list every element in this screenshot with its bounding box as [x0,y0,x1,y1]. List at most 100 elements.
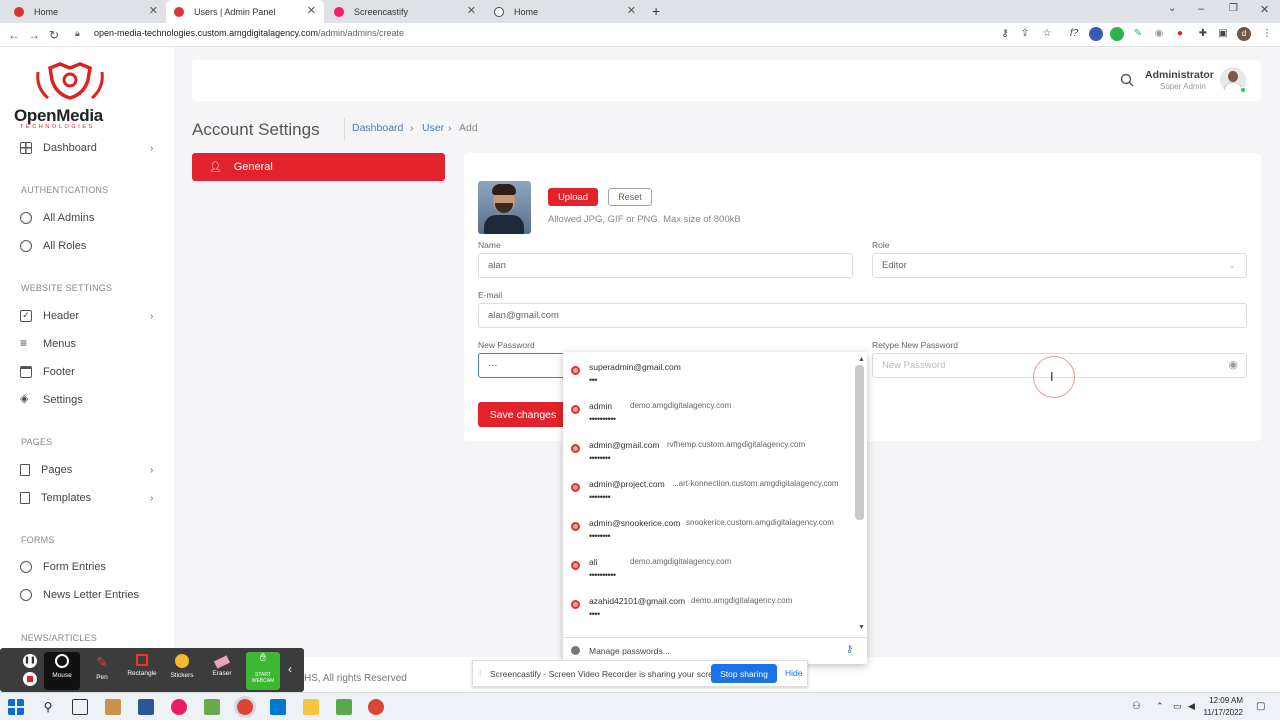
hide-button[interactable]: Hide [785,668,802,678]
autofill-item[interactable]: admin@snookerice.com snookerice.custom.a… [563,510,853,549]
extension-icon[interactable]: ◉ [1152,27,1166,41]
upload-button[interactable]: Upload [548,188,598,206]
key-icon: ⚷ [846,644,854,655]
browser-tab[interactable]: Home ✕ [486,0,644,23]
dropdown-scrollbar[interactable] [855,365,864,520]
browser-tab-active[interactable]: Users | Admin Panel ✕ [166,0,324,23]
menu-icon: ≡ [20,336,28,350]
role-select[interactable]: Editor ⌄ [872,253,1247,278]
key-icon[interactable]: ⚷ [998,27,1012,41]
collapse-icon[interactable]: ‹ [288,662,292,676]
extension-icon[interactable]: f? [1067,27,1081,41]
scroll-up-icon[interactable]: ▲ [858,356,865,363]
chrome-icon[interactable] [368,699,384,715]
reload-icon[interactable]: ↻ [44,28,64,42]
close-icon[interactable]: ✕ [149,4,158,17]
eye-icon[interactable]: ◉ [1228,358,1238,371]
tab-general[interactable]: 👤︎ General [192,153,445,181]
reset-button[interactable]: Reset [608,188,652,206]
forward-icon[interactable]: → [24,28,44,42]
start-webcam-button[interactable]: ✋︎ START WEBCAM [246,652,280,690]
autofill-item[interactable]: admin@project.com ...art-konnection.cust… [563,471,853,510]
clock-time[interactable]: 12:09 AM [1207,696,1243,705]
save-changes-button[interactable]: Save changes [478,402,568,427]
brand-logo[interactable]: OpenMedia TECHNOLOGIES [14,62,124,132]
sidepanel-icon[interactable]: ▣ [1216,27,1230,41]
tool-stickers[interactable]: Stickers [164,652,200,690]
app-icon[interactable] [336,699,352,715]
sidebar-item-menus[interactable]: ≡ Menus [20,336,76,350]
tool-pen[interactable]: ✎ Pen [84,652,120,690]
browser-tab[interactable]: Screencastify ✕ [326,0,484,23]
puzzle-icon[interactable]: ✚ [1196,27,1210,41]
minimize-button[interactable]: – [1198,3,1204,15]
search-icon[interactable] [1120,73,1134,87]
share-icon[interactable]: ⇪ [1018,27,1032,41]
app-icon[interactable] [105,699,121,715]
autofill-item[interactable]: admin@gmail.com rvfhemp.custom.amgdigita… [563,432,853,471]
autofill-item[interactable]: ali demo.amgdigitalagency.com •••••••••• [563,549,853,588]
sidebar-item-all-admins[interactable]: All Admins [20,212,94,224]
drag-handle-icon[interactable]: ⁞ [479,669,481,678]
autofill-item[interactable]: admin demo.amgdigitalagency.com ••••••••… [563,393,853,432]
extension-icon[interactable]: ✎ [1131,27,1145,41]
sidebar-item-templates[interactable]: Templates › [20,492,153,504]
email-field[interactable]: alan@gmail.com [478,303,1247,328]
sidebar-item-form-entries[interactable]: Form Entries [20,561,106,573]
sidebar-item-newsletter[interactable]: News Letter Entries [20,589,139,601]
url-field[interactable]: open-media-technologies.custom.amgdigita… [94,28,404,38]
tool-rectangle[interactable]: Rectangle [124,652,160,690]
folder-icon[interactable] [303,699,319,715]
password-label: New Password [478,340,535,350]
pause-icon[interactable]: ❚❚ [23,654,37,668]
extension-icon[interactable] [1110,27,1124,41]
volume-icon[interactable]: ◀︎ [1188,701,1195,712]
profile-avatar[interactable]: d [1237,27,1251,41]
tab-search-icon[interactable]: ⌄ [1168,3,1176,14]
new-tab-button[interactable]: + [652,3,660,19]
tool-eraser[interactable]: Eraser [204,652,240,690]
app-icon[interactable] [204,699,220,715]
close-icon[interactable]: ✕ [307,4,316,17]
stop-icon[interactable] [23,672,37,686]
people-icon[interactable]: ⚇ [1132,701,1141,712]
lock-icon[interactable]: 🔒︎ [75,28,80,39]
network-icon[interactable]: ▭ [1173,701,1182,712]
outlook-icon[interactable] [270,699,286,715]
name-field[interactable]: alan [478,253,853,278]
maximize-button[interactable]: ❐ [1229,3,1238,14]
sidebar-item-dashboard[interactable]: Dashboard › [20,142,153,154]
notification-icon[interactable]: ▢ [1256,701,1265,712]
clock-date[interactable]: 11/17/2022 [1201,708,1243,717]
task-view-icon[interactable] [72,699,88,715]
close-icon[interactable]: ✕ [467,4,476,17]
close-window-button[interactable]: ✕ [1260,3,1269,16]
scroll-down-icon[interactable]: ▼ [858,624,865,631]
sidebar-item-header[interactable]: ✓ Header › [20,310,153,322]
sidebar-item-pages[interactable]: Pages › [20,464,153,476]
word-icon[interactable] [138,699,154,715]
page-title: Account Settings [192,120,320,139]
stop-sharing-button[interactable]: Stop sharing [711,664,777,683]
sidebar-item-all-roles[interactable]: All Roles [20,240,86,252]
screencastify-icon[interactable]: ● [1173,27,1187,41]
sidebar-item-footer[interactable]: Footer [20,366,75,378]
star-icon[interactable]: ☆ [1040,27,1054,41]
close-icon[interactable]: ✕ [627,4,636,17]
chrome-icon[interactable] [237,699,253,715]
breadcrumb-dashboard[interactable]: Dashboard [352,122,403,134]
autofill-item[interactable]: azahid42101@gmail.com demo.amgdigitalage… [563,588,853,627]
tool-mouse[interactable]: Mouse [44,652,80,690]
windows-start-icon[interactable] [8,699,24,715]
app-icon[interactable] [171,699,187,715]
search-icon[interactable]: ⚲ [40,699,56,715]
menu-icon[interactable]: ⋮ [1260,27,1274,41]
chevron-up-icon[interactable]: ⌃ [1156,701,1164,712]
browser-tab[interactable]: Home ✕ [6,0,166,23]
sidebar-item-settings[interactable]: ◈ Settings [20,394,83,407]
autofill-item[interactable]: superadmin@gmail.com ••• [563,354,853,393]
back-icon[interactable]: ← [4,28,24,42]
breadcrumb-user[interactable]: User [422,122,444,134]
extension-icon[interactable] [1089,27,1103,41]
manage-passwords-link[interactable]: Manage passwords... [589,646,670,656]
